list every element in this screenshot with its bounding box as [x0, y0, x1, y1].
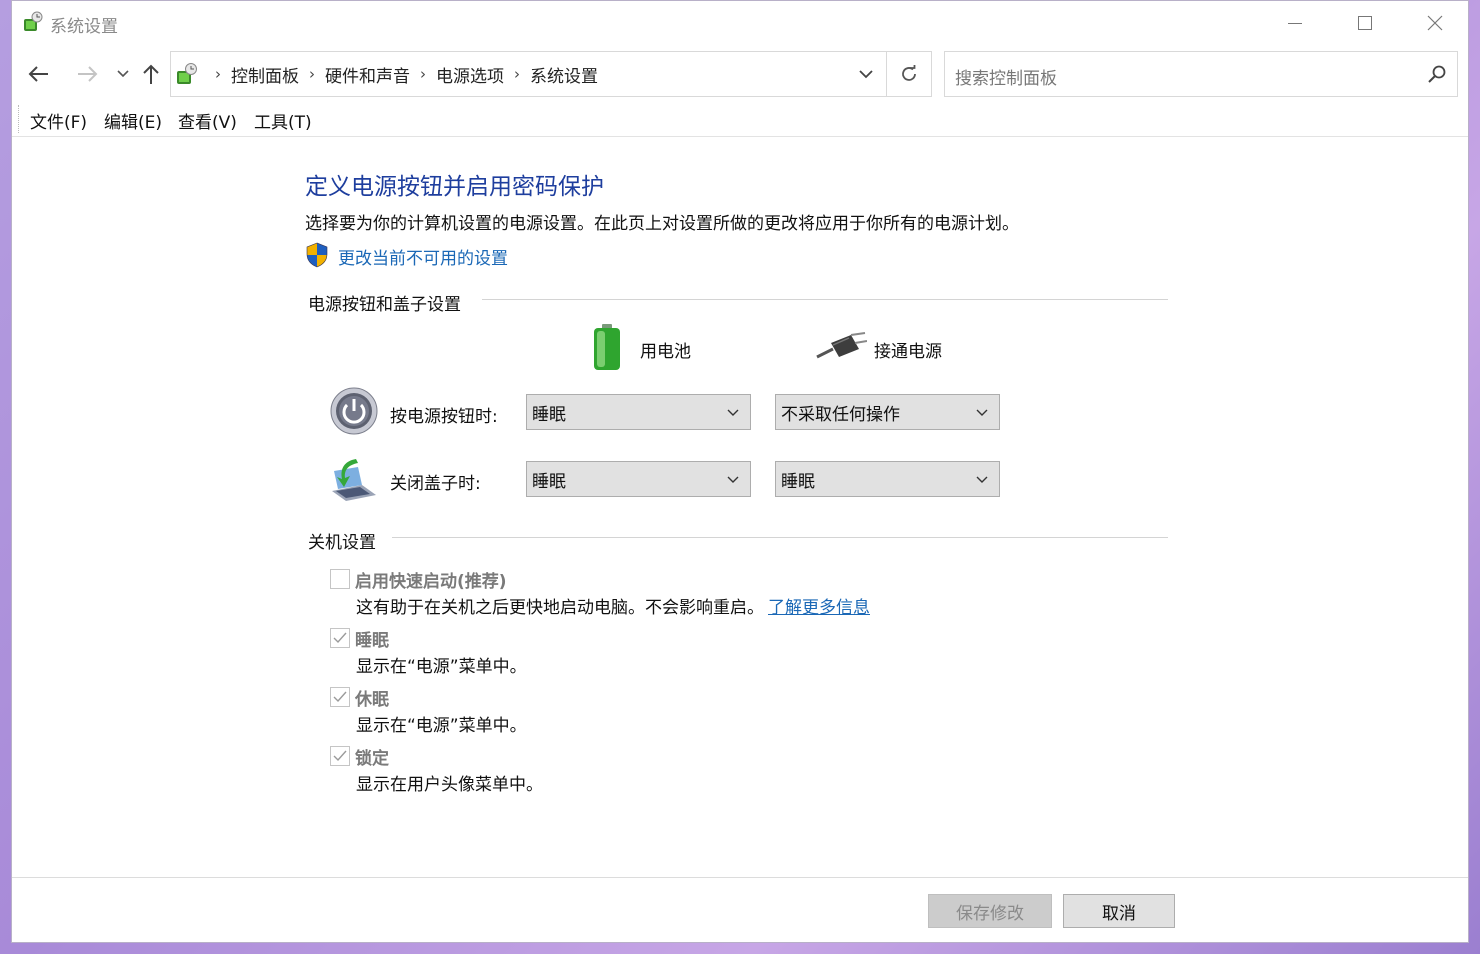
uac-shield-icon	[306, 242, 328, 268]
close-button[interactable]	[1400, 1, 1470, 45]
page-description: 选择要为你的计算机设置的电源设置。在此页上对设置所做的更改将应用于你所有的电源计…	[305, 214, 1019, 234]
chevron-right-icon: ›	[215, 65, 221, 83]
chevron-down-icon	[117, 70, 129, 78]
chevron-right-icon[interactable]: ›	[514, 65, 520, 83]
recent-locations-button[interactable]	[108, 59, 138, 89]
breadcrumb: › 控制面板 › 硬件和声音 › 电源选项 › 系统设置	[205, 52, 598, 96]
control-panel-window: 系统设置 › 控制面板 › 硬件和声音 › 电源选项 › 系统设置 搜索控制面板…	[11, 0, 1469, 943]
back-button[interactable]	[24, 59, 54, 89]
chevron-down-icon	[976, 476, 988, 483]
lid-plugged-select[interactable]: 睡眠	[775, 461, 1000, 497]
fast-startup-checkbox[interactable]	[330, 569, 350, 589]
minimize-button[interactable]	[1260, 1, 1330, 45]
search-input[interactable]: 搜索控制面板	[944, 51, 1458, 97]
control-panel-icon	[177, 63, 197, 84]
option-description: 显示在“电源”菜单中。	[356, 716, 527, 736]
power-button-icon	[330, 387, 378, 435]
battery-column-header: 用电池	[640, 342, 691, 362]
chevron-down-icon	[859, 69, 873, 78]
option-title: 睡眠	[355, 631, 389, 651]
select-value: 睡眠	[532, 404, 566, 425]
laptop-lid-icon	[332, 459, 376, 501]
option-title: 锁定	[355, 749, 389, 769]
chevron-down-icon	[727, 409, 739, 416]
menu-edit[interactable]: 编辑(E)	[104, 108, 162, 133]
menu-file[interactable]: 文件(F)	[30, 108, 87, 133]
checkmark-icon	[333, 632, 347, 644]
address-history-button[interactable]	[847, 52, 885, 96]
option-description-text: 这有助于在关机之后更快地启动电脑。不会影响重启。	[356, 598, 764, 618]
up-button[interactable]	[136, 59, 166, 89]
lid-battery-select[interactable]: 睡眠	[526, 461, 751, 497]
power-button-plugged-select[interactable]: 不采取任何操作	[775, 394, 1000, 430]
address-bar[interactable]: › 控制面板 › 硬件和声音 › 电源选项 › 系统设置	[170, 51, 932, 97]
close-icon	[1427, 15, 1443, 31]
sleep-checkbox[interactable]	[330, 628, 350, 648]
menu-view[interactable]: 查看(V)	[178, 108, 237, 133]
lock-checkbox[interactable]	[330, 746, 350, 766]
refresh-button[interactable]	[886, 52, 931, 96]
option-title: 启用快速启动(推荐)	[355, 572, 507, 592]
checkmark-icon	[333, 691, 347, 703]
select-value: 不采取任何操作	[781, 404, 900, 425]
arrow-right-icon	[78, 66, 98, 82]
plugged-column-header: 接通电源	[874, 342, 942, 362]
arrow-up-icon	[143, 64, 159, 84]
breadcrumb-system-settings[interactable]: 系统设置	[530, 62, 598, 87]
power-plug-icon	[816, 332, 867, 359]
refresh-icon	[902, 65, 916, 81]
control-panel-icon	[24, 11, 43, 31]
title-bar: 系统设置	[12, 1, 1468, 45]
chevron-right-icon[interactable]: ›	[420, 65, 426, 83]
maximize-icon	[1358, 16, 1372, 30]
option-title: 休眠	[355, 690, 389, 710]
learn-more-link[interactable]: 了解更多信息	[768, 598, 870, 618]
menu-grip	[18, 105, 19, 133]
menu-bar: 文件(F) 编辑(E) 查看(V) 工具(T)	[12, 101, 1468, 137]
shutdown-section-label: 关机设置	[308, 528, 386, 553]
select-value: 睡眠	[781, 471, 815, 492]
section-divider	[482, 299, 1168, 300]
chevron-right-icon[interactable]: ›	[309, 65, 315, 83]
page-title: 定义电源按钮并启用密码保护	[305, 174, 604, 200]
breadcrumb-power-options[interactable]: 电源选项	[436, 62, 504, 87]
chevron-down-icon	[727, 476, 739, 483]
search-icon[interactable]	[1427, 64, 1447, 84]
checkmark-icon	[333, 750, 347, 762]
battery-icon	[594, 324, 620, 370]
forward-button[interactable]	[72, 59, 102, 89]
option-description: 显示在用户头像菜单中。	[356, 775, 543, 795]
power-button-row-label: 按电源按钮时:	[390, 407, 498, 427]
option-description: 显示在“电源”菜单中。	[356, 657, 527, 677]
breadcrumb-hardware-sound[interactable]: 硬件和声音	[325, 62, 410, 87]
option-description: 这有助于在关机之后更快地启动电脑。不会影响重启。 了解更多信息	[356, 593, 870, 618]
cancel-button[interactable]: 取消	[1063, 894, 1175, 928]
select-value: 睡眠	[532, 471, 566, 492]
maximize-button[interactable]	[1330, 1, 1400, 45]
search-placeholder: 搜索控制面板	[955, 69, 1057, 89]
power-button-battery-select[interactable]: 睡眠	[526, 394, 751, 430]
window-title: 系统设置	[50, 17, 118, 37]
minimize-icon	[1288, 22, 1302, 24]
arrow-left-icon	[28, 66, 48, 82]
change-unavailable-settings-link[interactable]: 更改当前不可用的设置	[338, 244, 508, 269]
power-section-label: 电源按钮和盖子设置	[308, 290, 471, 315]
save-changes-button[interactable]: 保存修改	[928, 894, 1052, 928]
breadcrumb-control-panel[interactable]: 控制面板	[231, 62, 299, 87]
lid-row-label: 关闭盖子时:	[390, 474, 481, 494]
hibernate-checkbox[interactable]	[330, 687, 350, 707]
menu-tools[interactable]: 工具(T)	[254, 108, 312, 133]
chevron-down-icon	[976, 409, 988, 416]
section-divider	[392, 537, 1168, 538]
footer-divider	[12, 877, 1468, 878]
